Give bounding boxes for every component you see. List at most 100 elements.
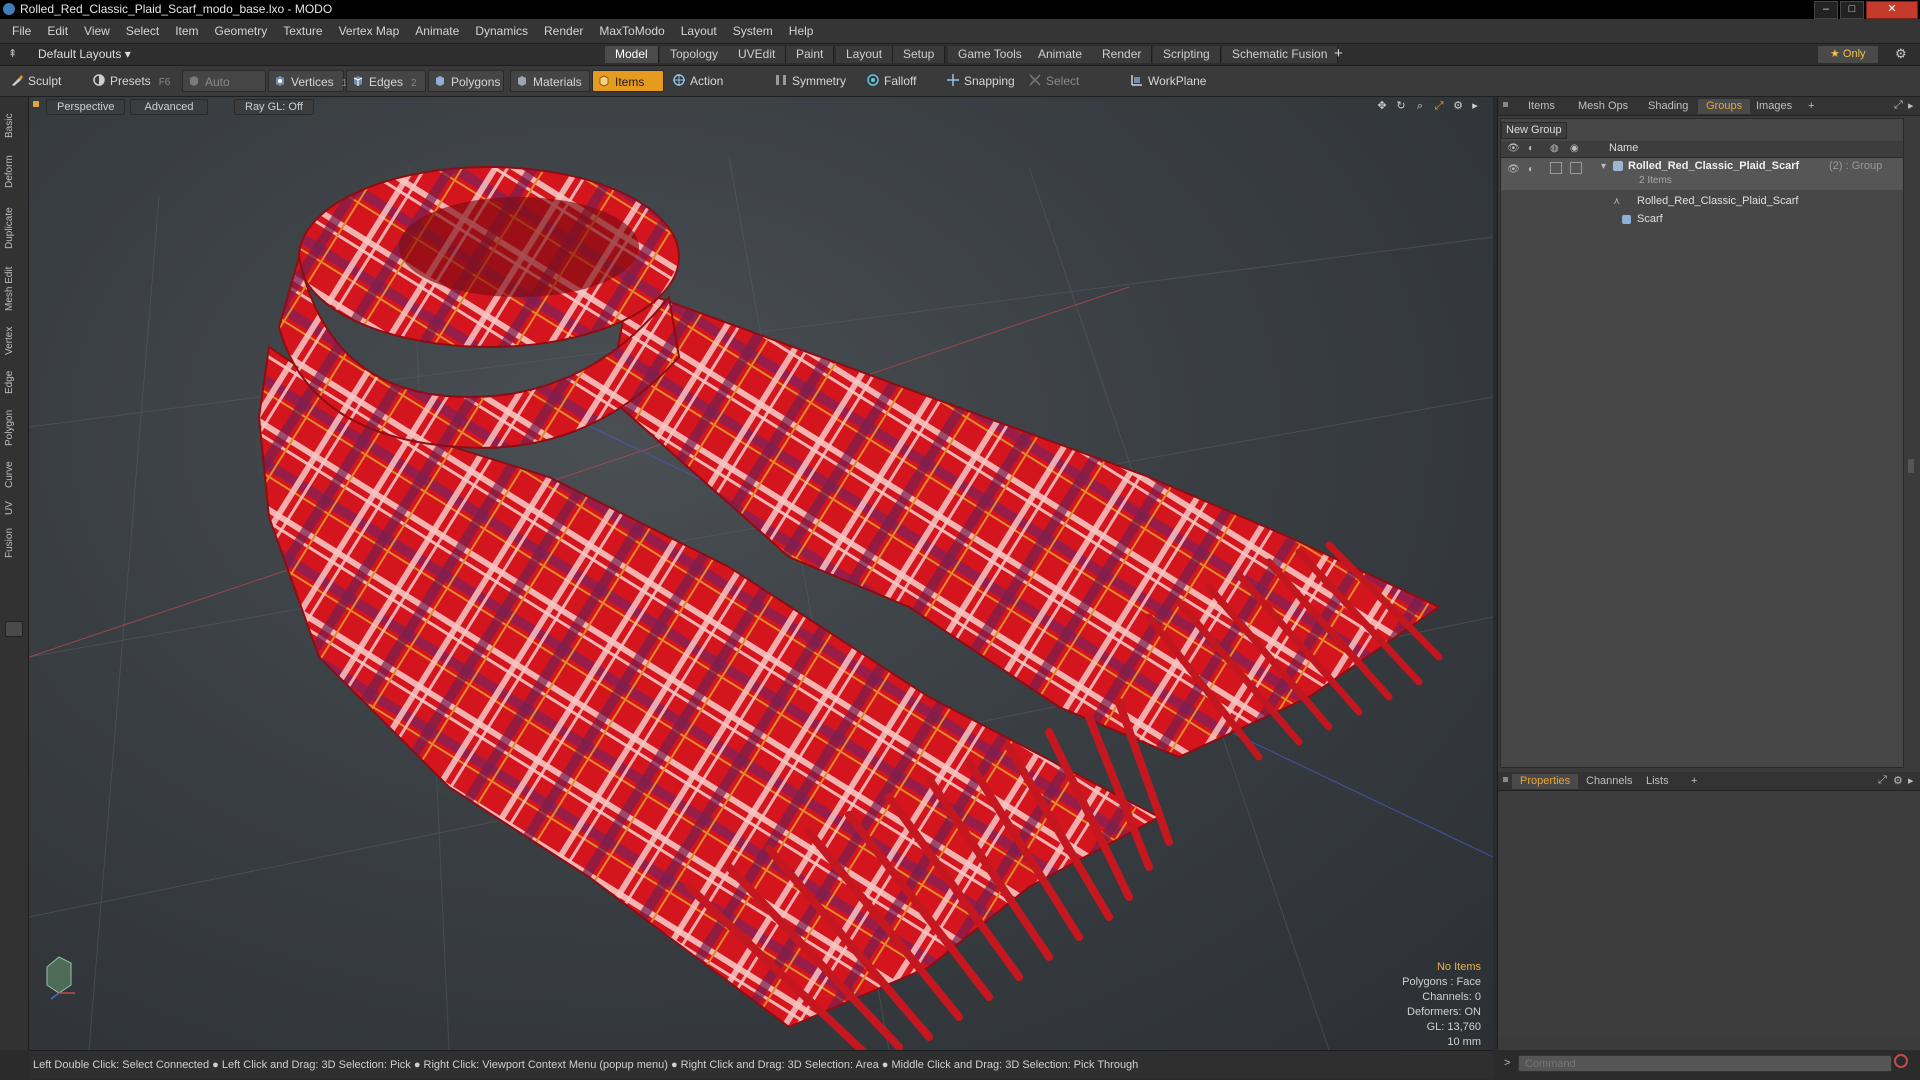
- only-toggle-button[interactable]: ★ Only: [1818, 46, 1878, 63]
- minimize-button[interactable]: –: [1814, 1, 1838, 19]
- tab-model[interactable]: Model: [605, 46, 659, 63]
- select-column-icon[interactable]: ◉: [1570, 143, 1579, 154]
- materials-button[interactable]: Materials: [510, 70, 590, 92]
- tab-fusion[interactable]: Fusion: [4, 523, 22, 563]
- menu-layout[interactable]: Layout: [673, 19, 725, 43]
- layout-preset-dropdown[interactable]: Default Layouts ▾: [38, 47, 131, 61]
- tab-duplicate[interactable]: Duplicate: [4, 199, 22, 257]
- tab-items[interactable]: Items: [1520, 99, 1563, 114]
- menu-file[interactable]: File: [0, 19, 39, 43]
- falloff-button[interactable]: Falloff: [862, 70, 932, 92]
- select-through-button[interactable]: Select Through: [1024, 70, 1124, 110]
- menu-animate[interactable]: Animate: [407, 19, 467, 43]
- properties-menu-dot-icon[interactable]: [1503, 777, 1508, 782]
- tab-curve[interactable]: Curve: [4, 457, 22, 493]
- tab-animate[interactable]: Animate: [1028, 46, 1094, 63]
- menu-dynamics[interactable]: Dynamics: [467, 19, 536, 43]
- add-panel-tab-button[interactable]: +: [1800, 99, 1822, 114]
- presets-button[interactable]: Presets F6: [88, 70, 172, 92]
- properties-expand-icon[interactable]: ⤢: [1878, 774, 1887, 787]
- menu-maxtomodo[interactable]: MaxToModo: [591, 19, 672, 43]
- command-input[interactable]: [1518, 1055, 1892, 1072]
- items-button[interactable]: Items: [592, 70, 664, 92]
- tab-polygon[interactable]: Polygon: [4, 403, 22, 453]
- command-status-icon[interactable]: [1894, 1054, 1908, 1068]
- settings-gear-icon[interactable]: ⚙: [1895, 46, 1907, 62]
- viewport-expand-icon[interactable]: ▸: [1469, 100, 1481, 112]
- tab-uvedit[interactable]: UVEdit: [728, 46, 787, 63]
- menu-select[interactable]: Select: [118, 19, 167, 43]
- viewport-settings-icon[interactable]: ⚙: [1452, 100, 1464, 112]
- groups-scrollbar-handle[interactable]: [1908, 459, 1914, 473]
- pan-icon[interactable]: ✥: [1376, 100, 1388, 112]
- tab-images[interactable]: Images: [1748, 99, 1800, 114]
- tab-properties[interactable]: Properties: [1512, 774, 1579, 789]
- list-item[interactable]: ⋏ Rolled_Red_Classic_Plaid_Scarf: [1501, 193, 1903, 210]
- tab-vertex[interactable]: Vertex: [4, 321, 22, 361]
- tab-lists[interactable]: Lists: [1638, 774, 1677, 789]
- menu-view[interactable]: View: [76, 19, 118, 43]
- new-group-button[interactable]: New Group: [1501, 122, 1567, 139]
- properties-settings-icon[interactable]: ⚙: [1893, 774, 1903, 787]
- tab-setup[interactable]: Setup: [893, 46, 946, 63]
- tab-deform[interactable]: Deform: [4, 149, 22, 195]
- add-tab-button[interactable]: +: [1334, 45, 1343, 62]
- vertices-button[interactable]: Vertices 1: [268, 70, 347, 92]
- layout-expand-icon[interactable]: ⇞: [8, 47, 17, 60]
- tab-render[interactable]: Render: [1092, 46, 1153, 63]
- symmetry-button[interactable]: Symmetry: [770, 70, 850, 92]
- rotate-icon[interactable]: ↻: [1395, 100, 1407, 112]
- menu-render[interactable]: Render: [536, 19, 591, 43]
- menu-help[interactable]: Help: [781, 19, 822, 43]
- panel-menu-dot-icon[interactable]: [1503, 102, 1508, 107]
- left-panel-toggle-button[interactable]: [5, 621, 23, 637]
- workplane-button[interactable]: WorkPlane: [1126, 70, 1208, 92]
- tab-game-tools[interactable]: Game Tools: [948, 46, 1033, 63]
- tab-channels[interactable]: Channels: [1578, 774, 1640, 789]
- menu-texture[interactable]: Texture: [275, 19, 330, 43]
- sculpt-button[interactable]: Sculpt: [6, 70, 86, 92]
- viewport-menu-dot-icon[interactable]: [33, 101, 39, 107]
- tab-edge[interactable]: Edge: [4, 365, 22, 399]
- name-column-header[interactable]: Name: [1609, 142, 1638, 154]
- add-properties-tab-button[interactable]: +: [1683, 774, 1705, 789]
- tab-uv[interactable]: UV: [4, 497, 22, 519]
- tab-basic[interactable]: Basic: [4, 107, 22, 145]
- group-render-icon[interactable]: ◐: [1528, 161, 1534, 178]
- panel-expand-icon[interactable]: ⤢: [1894, 99, 1903, 112]
- 3d-viewport[interactable]: Perspective Advanced Ray GL: Off ✥ ↻ ⌕ ⤢…: [29, 97, 1493, 1050]
- menu-edit[interactable]: Edit: [39, 19, 76, 43]
- view-type-dropdown[interactable]: Perspective: [46, 99, 126, 115]
- properties-collapse-icon[interactable]: ▸: [1908, 774, 1914, 787]
- tab-paint[interactable]: Paint: [786, 46, 835, 63]
- raygl-toggle[interactable]: Ray GL: Off: [234, 99, 314, 115]
- group-row[interactable]: 👁 ◐ ▾ Rolled_Red_Classic_Plaid_Scarf (2)…: [1501, 158, 1903, 190]
- group-expand-icon[interactable]: ▾: [1601, 158, 1606, 175]
- tab-shading[interactable]: Shading: [1640, 99, 1696, 114]
- shading-mode-dropdown[interactable]: Advanced: [130, 99, 208, 115]
- group-lock-checkbox[interactable]: [1550, 162, 1562, 174]
- visibility-column-icon[interactable]: 👁: [1507, 143, 1520, 154]
- tab-topology[interactable]: Topology: [660, 46, 730, 63]
- tab-schematic-fusion[interactable]: Schematic Fusion: [1222, 46, 1339, 63]
- tab-mesh-ops[interactable]: Mesh Ops: [1570, 99, 1636, 114]
- edges-button[interactable]: Edges 2: [346, 70, 426, 92]
- polygons-button[interactable]: Polygons: [428, 70, 504, 92]
- close-button[interactable]: ✕: [1866, 1, 1918, 19]
- tab-layout[interactable]: Layout: [836, 46, 894, 63]
- menu-item[interactable]: Item: [167, 19, 206, 43]
- group-visibility-icon[interactable]: 👁: [1507, 161, 1520, 178]
- maximize-button[interactable]: □: [1840, 1, 1864, 19]
- menu-system[interactable]: System: [725, 19, 781, 43]
- lock-column-icon[interactable]: ◍: [1550, 143, 1559, 154]
- tab-mesh-edit[interactable]: Mesh Edit: [4, 261, 22, 317]
- render-column-icon[interactable]: ◐: [1528, 143, 1534, 154]
- panel-collapse-icon[interactable]: ▸: [1908, 99, 1914, 112]
- list-item[interactable]: Scarf: [1501, 211, 1903, 228]
- action-center-button[interactable]: Action Center: [668, 70, 764, 110]
- menu-vertex-map[interactable]: Vertex Map: [331, 19, 408, 43]
- group-select-checkbox[interactable]: [1570, 162, 1582, 174]
- tab-scripting[interactable]: Scripting: [1153, 46, 1221, 63]
- tab-groups[interactable]: Groups: [1698, 99, 1751, 114]
- menu-geometry[interactable]: Geometry: [207, 19, 276, 43]
